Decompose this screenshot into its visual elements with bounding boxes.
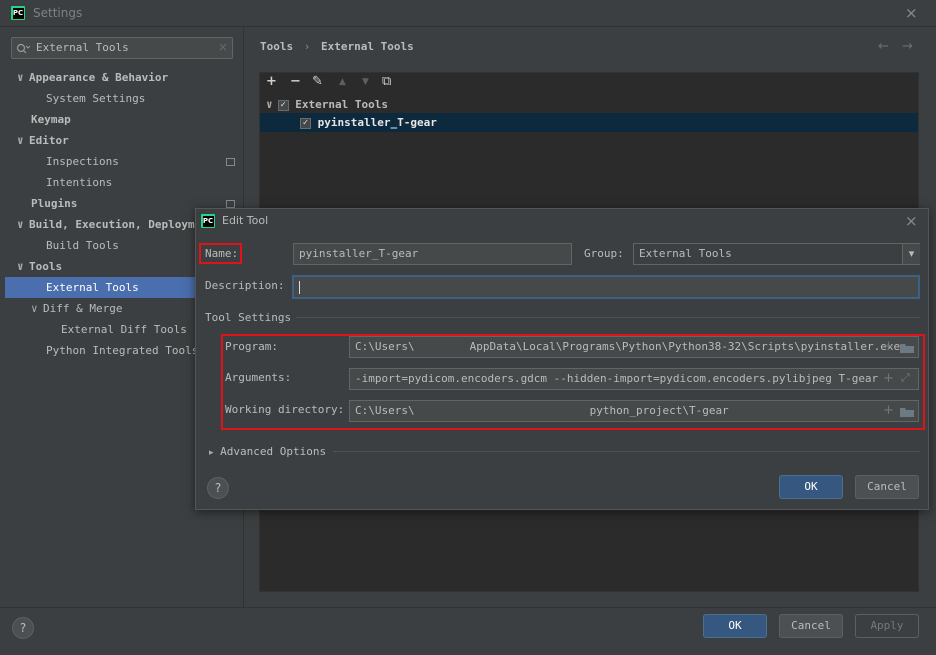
- tool-settings-title: Tool Settings: [205, 311, 292, 324]
- insert-macro-icon[interactable]: +: [883, 403, 894, 418]
- dialog-close-button[interactable]: ×: [905, 212, 918, 230]
- ok-button[interactable]: OK: [703, 614, 767, 638]
- description-input[interactable]: [292, 275, 920, 299]
- move-down-icon[interactable]: ▼: [362, 77, 369, 87]
- section-divider: [296, 317, 920, 318]
- arguments-input[interactable]: -import=pydicom.encoders.gdcm --hidden-i…: [349, 368, 919, 390]
- tree-item-inspections[interactable]: Inspections: [0, 151, 243, 172]
- dialog-cancel-button[interactable]: Cancel: [855, 475, 919, 499]
- help-button[interactable]: ?: [12, 617, 34, 639]
- tree-item-intentions[interactable]: Intentions: [0, 172, 243, 193]
- working-directory-label: Working directory:: [225, 403, 345, 416]
- program-input[interactable]: C:\Users\ AppData\Local\Programs\Python\P…: [349, 336, 919, 358]
- arguments-value: -import=pydicom.encoders.gdcm --hidden-i…: [355, 372, 899, 385]
- pycharm-logo-icon: PC: [201, 214, 215, 228]
- expand-icon[interactable]: ⤢: [901, 371, 910, 385]
- tree-item-keymap[interactable]: Keymap: [0, 109, 243, 130]
- group-checkbox[interactable]: ✓: [277, 99, 289, 111]
- dialog-title: Edit Tool: [222, 214, 269, 227]
- breadcrumb-separator-icon: ›: [303, 40, 311, 53]
- text-cursor: [299, 280, 300, 294]
- settings-search-input[interactable]: External Tools ×: [11, 37, 233, 59]
- name-label: Name:: [205, 247, 239, 260]
- edit-icon[interactable]: ✎: [312, 74, 323, 89]
- arguments-label: Arguments:: [225, 371, 292, 384]
- back-arrow-icon[interactable]: ←: [878, 39, 889, 54]
- group-combobox[interactable]: External Tools: [633, 243, 920, 265]
- breadcrumb: Tools › External Tools: [260, 40, 414, 53]
- tree-item-system-settings[interactable]: System Settings: [0, 88, 243, 109]
- dialog-help-button[interactable]: ?: [207, 477, 229, 499]
- project-scope-icon: [226, 158, 235, 166]
- section-divider: [333, 451, 920, 452]
- folder-icon[interactable]: [900, 407, 914, 417]
- description-label: Description:: [205, 279, 285, 292]
- add-icon[interactable]: +: [266, 74, 277, 89]
- cancel-button[interactable]: Cancel: [779, 614, 843, 638]
- tool-checkbox[interactable]: ✓: [300, 117, 311, 129]
- group-value: External Tools: [639, 247, 732, 260]
- program-value-end: AppData\Local\Programs\Python\Python38-3…: [469, 340, 901, 353]
- search-value: External Tools: [36, 41, 129, 54]
- breadcrumb-parent[interactable]: Tools: [260, 40, 293, 53]
- pycharm-logo-icon: PC: [11, 6, 25, 20]
- chevron-right-icon: ▸: [209, 448, 214, 458]
- program-label: Program:: [225, 340, 278, 353]
- tree-item-editor[interactable]: ∨ Editor: [0, 130, 243, 151]
- move-up-icon[interactable]: ▲: [339, 77, 346, 87]
- remove-icon[interactable]: −: [290, 74, 301, 89]
- working-directory-input[interactable]: C:\Users\ python_project\T-gear: [349, 400, 919, 422]
- tool-label: pyinstaller_T-gear: [317, 116, 437, 129]
- window-title: Settings: [33, 6, 83, 20]
- breadcrumb-current: External Tools: [321, 40, 414, 53]
- insert-macro-icon[interactable]: +: [883, 371, 894, 386]
- tools-group-row[interactable]: ∨ ✓ External Tools: [266, 97, 388, 113]
- workdir-value-start: C:\Users\: [355, 404, 415, 417]
- window-close-button[interactable]: ×: [905, 4, 918, 22]
- tool-row[interactable]: ✓ pyinstaller_T-gear: [300, 115, 437, 130]
- advanced-options-label: Advanced Options: [220, 445, 327, 458]
- tree-item-appearance[interactable]: ∨ Appearance & Behavior: [0, 67, 243, 88]
- name-input[interactable]: pyinstaller_T-gear: [293, 243, 572, 265]
- program-value-start: C:\Users\: [355, 340, 415, 353]
- advanced-options-toggle[interactable]: ▸ Advanced Options: [209, 445, 326, 458]
- group-label: Group:: [584, 247, 624, 260]
- search-clear-button[interactable]: ×: [218, 40, 228, 54]
- window-titlebar: PC Settings ×: [0, 0, 936, 27]
- chevron-down-icon[interactable]: ▾: [902, 244, 920, 264]
- search-icon: [16, 43, 30, 54]
- workdir-value-end: python_project\T-gear: [589, 404, 729, 417]
- forward-arrow-icon[interactable]: →: [902, 39, 913, 54]
- insert-macro-icon[interactable]: +: [883, 339, 894, 354]
- folder-icon[interactable]: [900, 343, 914, 353]
- group-label: External Tools: [295, 98, 388, 111]
- apply-button[interactable]: Apply: [855, 614, 919, 638]
- copy-icon[interactable]: ⧉: [382, 74, 391, 89]
- dialog-ok-button[interactable]: OK: [779, 475, 843, 499]
- project-scope-icon: [226, 200, 235, 208]
- chevron-down-icon[interactable]: ∨: [266, 98, 273, 111]
